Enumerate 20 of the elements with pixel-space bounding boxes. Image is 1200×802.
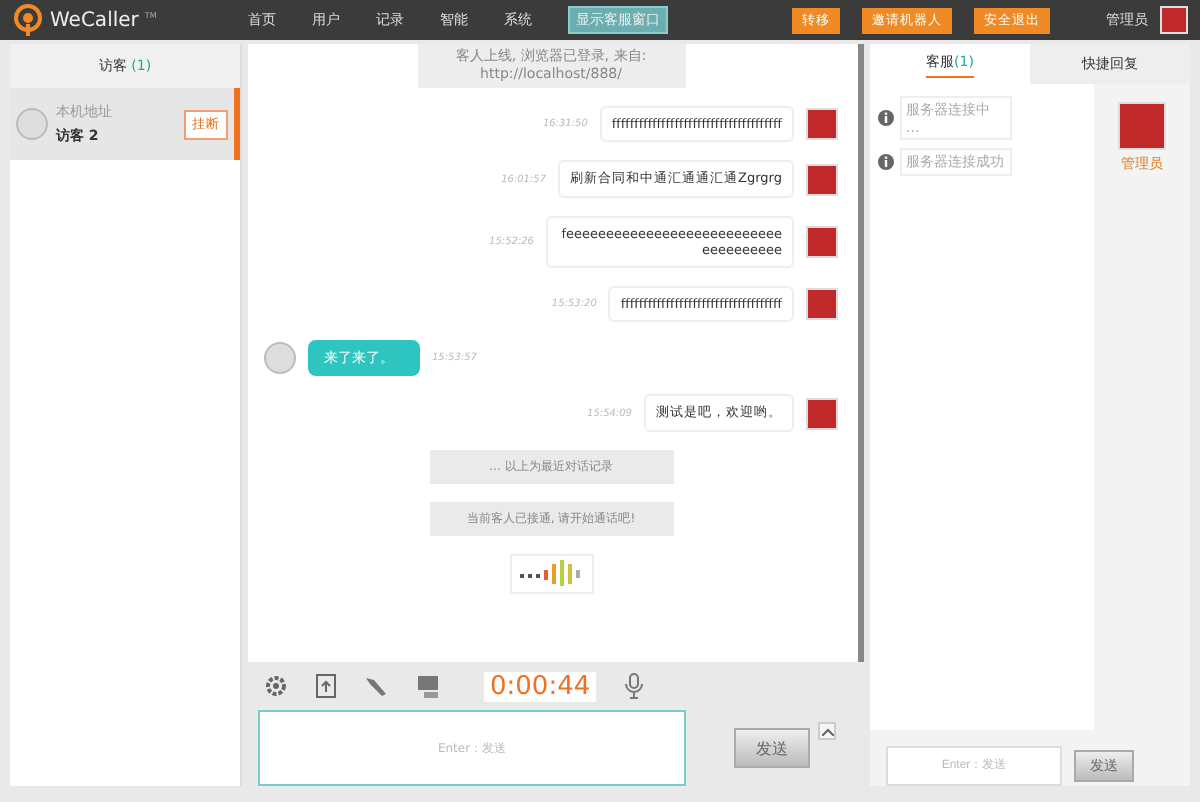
caret-button[interactable] [818, 722, 836, 740]
send-button[interactable]: 发送 [734, 728, 810, 768]
call-timer: 0:00:44 [484, 671, 597, 701]
avatar-icon[interactable] [1160, 6, 1188, 34]
avatar-icon [806, 108, 838, 140]
logo-icon [12, 4, 44, 36]
file-upload-icon[interactable] [316, 674, 336, 698]
avatar-icon [806, 397, 838, 429]
avatar-icon [16, 108, 48, 140]
microphone-icon[interactable] [624, 672, 645, 700]
info-icon [878, 154, 894, 170]
avatar-icon [264, 342, 296, 374]
info-icon [878, 110, 894, 126]
settings-icon[interactable] [264, 674, 288, 698]
avatar-icon [806, 226, 838, 258]
screenshot-icon[interactable] [416, 674, 440, 698]
avatar-icon [806, 288, 838, 320]
avatar-icon [806, 163, 838, 195]
logo-text: WeCaller [50, 9, 139, 31]
avatar-icon [1118, 102, 1166, 150]
